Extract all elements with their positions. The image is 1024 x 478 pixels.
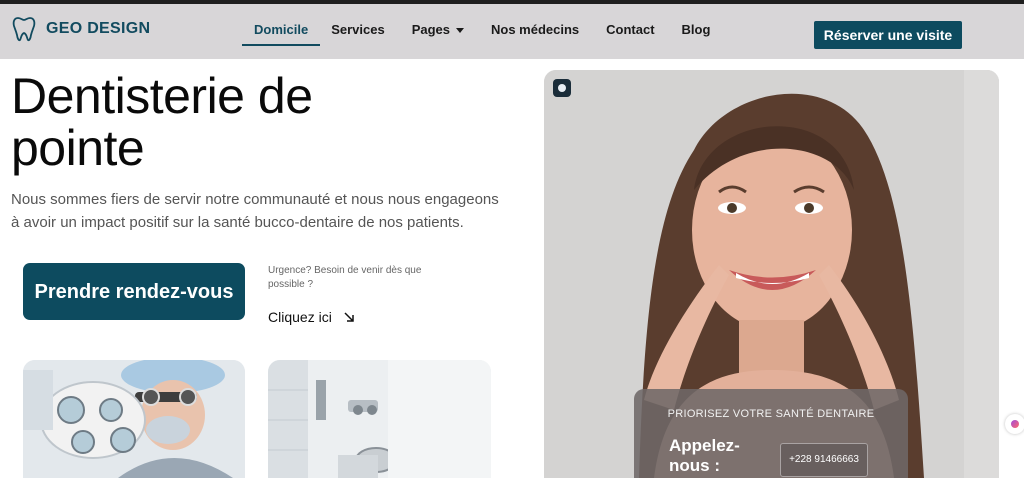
nav-item-contact[interactable]: Contact xyxy=(606,22,654,37)
cta-title: PRIORISEZ VOTRE SANTÉ DENTAIRE xyxy=(667,408,875,420)
nav-item-pages-label: Pages xyxy=(411,22,450,37)
call-label: Appelez-nous : xyxy=(669,436,740,475)
tooth-icon xyxy=(12,17,36,42)
phone-number-button[interactable]: +228 91466663 xyxy=(780,443,868,477)
urgency-text: Urgence? Besoin de venir dès que possibl… xyxy=(268,265,422,290)
nav-item-blog[interactable]: Blog xyxy=(682,22,711,37)
chevron-down-icon xyxy=(456,28,464,34)
nav-item-medecins[interactable]: Nos médecins xyxy=(491,22,579,37)
hero-title: Dentisterie de pointe xyxy=(11,68,313,176)
dental-office-photo xyxy=(268,360,491,478)
dental-office-photo-card xyxy=(268,360,491,478)
site-header: GEO DESIGN Domicile Services Pages Nos m… xyxy=(0,4,1024,59)
logo[interactable]: GEO DESIGN xyxy=(12,16,150,42)
dentist-photo-card xyxy=(23,360,245,478)
arrow-down-right-icon xyxy=(344,312,354,322)
book-visit-button[interactable]: Réserver une visite xyxy=(814,21,962,49)
call-cta-box: PRIORISEZ VOTRE SANTÉ DENTAIRE Appelez-n… xyxy=(634,389,908,478)
main-nav: Domicile Services Pages Nos médecins Con… xyxy=(242,22,737,46)
nav-item-domicile[interactable]: Domicile xyxy=(242,22,321,46)
floating-widget-icon[interactable] xyxy=(1005,414,1024,434)
appointment-button[interactable]: Prendre rendez-vous xyxy=(23,263,245,320)
dentist-photo xyxy=(23,360,245,478)
logo-text: GEO DESIGN xyxy=(46,20,151,37)
nav-item-services[interactable]: Services xyxy=(331,22,385,37)
urgency-link[interactable]: Cliquez ici xyxy=(268,309,354,325)
image-badge-icon[interactable] xyxy=(553,79,571,97)
nav-item-pages[interactable]: Pages xyxy=(412,22,464,37)
urgency-link-label: Cliquez ici xyxy=(268,309,332,325)
hero-subtitle: Nous sommes fiers de servir notre commun… xyxy=(11,191,499,231)
